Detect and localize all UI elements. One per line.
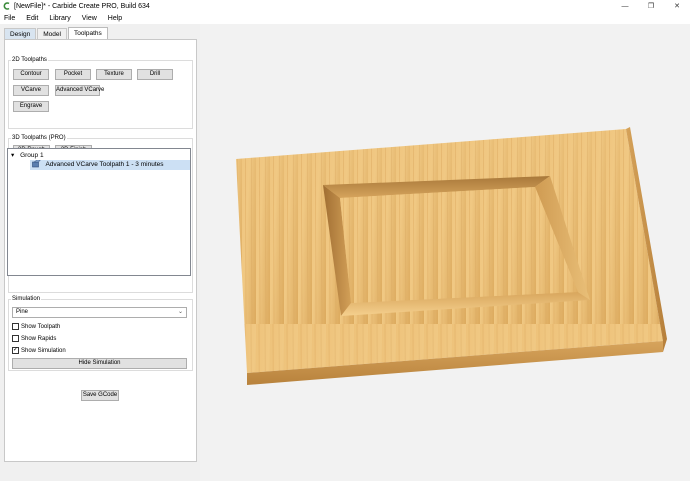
3d-viewport[interactable]: [200, 24, 690, 481]
toolpaths-2d-label: 2D Toolpaths: [11, 57, 48, 63]
tab-bar: Design Model Toolpaths: [4, 27, 109, 39]
menu-library[interactable]: Library: [49, 15, 70, 22]
material-select[interactable]: Pine ⌄: [12, 307, 187, 318]
save-gcode-button[interactable]: Save GCode: [81, 390, 119, 401]
tab-toolpaths[interactable]: Toolpaths: [67, 27, 108, 39]
menu-help[interactable]: Help: [108, 15, 122, 22]
tree-toolpath-item[interactable]: Advanced VCarve Toolpath 1 - 3 minutes: [30, 160, 190, 170]
tree-toolpath-label: Advanced VCarve Toolpath 1 - 3 minutes: [45, 161, 164, 168]
chevron-down-icon[interactable]: ▾: [11, 152, 14, 159]
show-toolpath-label: Show Toolpath: [21, 323, 61, 330]
tab-model[interactable]: Model: [37, 28, 67, 39]
drill-button[interactable]: Drill: [137, 69, 173, 80]
toolpaths-3d-label: 3D Toolpaths (PRO): [11, 135, 67, 141]
window-title: [NewFile]* - Carbide Create PRO, Build 6…: [14, 2, 150, 10]
material-value: Pine: [16, 309, 29, 315]
pocket-button[interactable]: Pocket: [55, 69, 91, 80]
wood-board-preview: [236, 127, 667, 385]
left-panel: Design Model Toolpaths 2D Toolpaths Cont…: [0, 24, 200, 481]
hide-simulation-button[interactable]: Hide Simulation: [12, 358, 187, 369]
show-simulation-checkbox[interactable]: ✓: [12, 347, 19, 354]
title-bar: [NewFile]* - Carbide Create PRO, Build 6…: [0, 0, 690, 12]
simulation-label: Simulation: [11, 296, 42, 302]
engrave-button[interactable]: Engrave: [13, 101, 49, 112]
vcarve-button[interactable]: VCarve: [13, 85, 49, 96]
texture-button[interactable]: Texture: [96, 69, 132, 80]
close-button[interactable]: ✕: [664, 0, 690, 12]
show-toolpath-row[interactable]: Show Toolpath: [12, 322, 60, 331]
menu-edit[interactable]: Edit: [26, 15, 38, 22]
menu-view[interactable]: View: [82, 15, 97, 22]
tab-design[interactable]: Design: [4, 28, 37, 39]
show-rapids-label: Show Rapids: [21, 335, 57, 342]
show-rapids-row[interactable]: Show Rapids: [12, 334, 56, 343]
minimize-button[interactable]: —: [612, 0, 638, 12]
toolpath-icon: [32, 160, 42, 168]
show-simulation-row[interactable]: ✓ Show Simulation: [12, 346, 66, 355]
toolpath-tree: ▾ Group 1 Advanced VCarve Toolpath 1 - 3…: [7, 148, 191, 276]
contour-button[interactable]: Contour: [13, 69, 49, 80]
show-toolpath-checkbox[interactable]: [12, 323, 19, 330]
advanced-vcarve-button[interactable]: Advanced VCarve: [55, 85, 104, 96]
show-rapids-checkbox[interactable]: [12, 335, 19, 342]
tree-group-label: Group 1: [20, 152, 44, 159]
app-logo-icon: [3, 2, 10, 10]
show-simulation-label: Show Simulation: [21, 347, 66, 354]
menu-file[interactable]: File: [4, 15, 15, 22]
chevron-down-icon: ⌄: [177, 309, 183, 315]
maximize-button[interactable]: ❐: [638, 0, 664, 12]
menu-bar: File Edit Library View Help: [0, 12, 690, 24]
